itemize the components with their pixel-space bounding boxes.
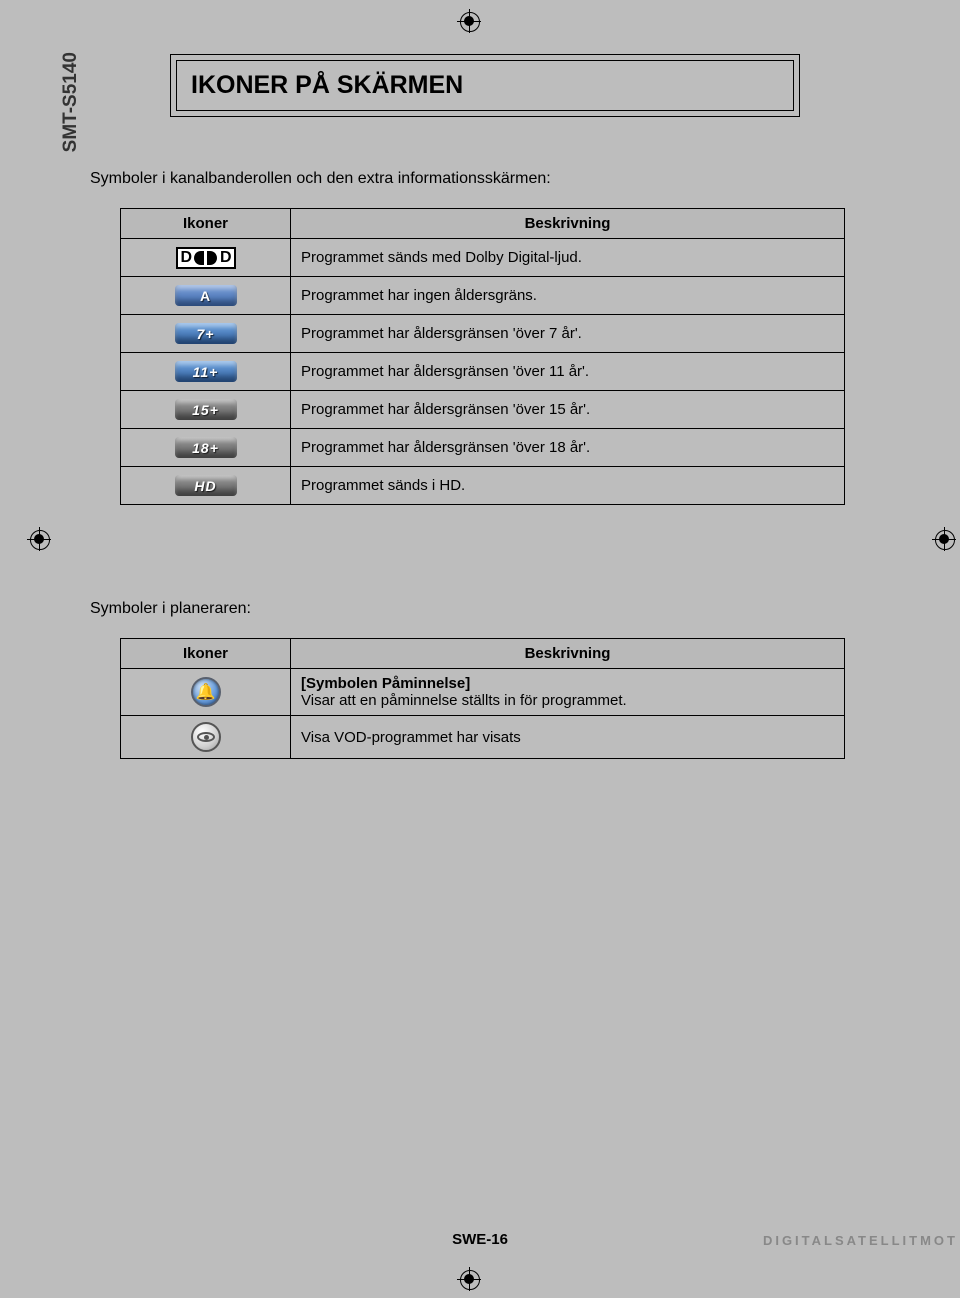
- icon-cell: 11+: [121, 353, 291, 391]
- rating-badge-icon: 18+: [175, 437, 237, 458]
- rating-badge-icon: 7+: [175, 323, 237, 344]
- table-row: 7+ Programmet har åldersgränsen 'över 7 å…: [121, 315, 845, 353]
- intro-text-2: Symboler i planeraren:: [90, 600, 251, 618]
- reminder-icon: 🔔: [191, 677, 221, 707]
- desc-cell: Programmet har ingen åldersgräns.: [291, 277, 845, 315]
- desc-cell: Programmet har åldersgränsen 'över 18 år…: [291, 429, 845, 467]
- desc-cell: [Symbolen Påminnelse]Visar att en påminn…: [291, 669, 845, 716]
- registration-mark-icon: [30, 530, 48, 548]
- registration-mark-icon: [460, 12, 478, 30]
- desc-cell: Programmet sänds med Dolby Digital-ljud.: [291, 239, 845, 277]
- icons-table-1: Ikoner Beskrivning DD Programmet sänds me…: [120, 208, 845, 505]
- table-row: 18+ Programmet har åldersgränsen 'över 18…: [121, 429, 845, 467]
- footer-right-text: DIGITALSATELLITMOT: [763, 1233, 958, 1248]
- table-row: Visa VOD-programmet har visats: [121, 716, 845, 759]
- desc-cell: Visa VOD-programmet har visats: [291, 716, 845, 759]
- model-label: SMT-S5140: [60, 52, 82, 152]
- icon-cell: DD: [121, 239, 291, 277]
- icons-table-2: Ikoner Beskrivning 🔔 [Symbolen Påminnelse…: [120, 638, 845, 759]
- registration-mark-icon: [935, 530, 953, 548]
- col-header-icons: Ikoner: [121, 209, 291, 239]
- title-frame: IKONER PÅ SKÄRMEN: [170, 54, 800, 117]
- vod-icon: [191, 722, 221, 752]
- table-row: 🔔 [Symbolen Påminnelse]Visar att en påmin…: [121, 669, 845, 716]
- rating-badge-icon: A: [175, 285, 237, 306]
- registration-mark-icon: [460, 1270, 478, 1288]
- rating-badge-icon: HD: [175, 475, 237, 496]
- dolby-icon: DD: [176, 247, 236, 269]
- col-header-desc: Beskrivning: [291, 209, 845, 239]
- page-title: IKONER PÅ SKÄRMEN: [176, 60, 794, 111]
- col-header-icons: Ikoner: [121, 639, 291, 669]
- rating-badge-icon: 11+: [175, 361, 237, 382]
- icon-cell: [121, 716, 291, 759]
- icon-cell: 🔔: [121, 669, 291, 716]
- rating-badge-icon: 15+: [175, 399, 237, 420]
- table-row: HD Programmet sänds i HD.: [121, 467, 845, 505]
- table-row: A Programmet har ingen åldersgräns.: [121, 277, 845, 315]
- desc-cell: Programmet har åldersgränsen 'över 7 år'…: [291, 315, 845, 353]
- table-row: 15+ Programmet har åldersgränsen 'över 15…: [121, 391, 845, 429]
- table-row: 11+ Programmet har åldersgränsen 'över 11…: [121, 353, 845, 391]
- desc-cell: Programmet har åldersgränsen 'över 15 år…: [291, 391, 845, 429]
- intro-text-1: Symboler i kanalbanderollen och den extr…: [90, 170, 551, 188]
- icon-cell: 18+: [121, 429, 291, 467]
- icon-cell: 7+: [121, 315, 291, 353]
- table-row: DD Programmet sänds med Dolby Digital-lju…: [121, 239, 845, 277]
- desc-cell: Programmet har åldersgränsen 'över 11 år…: [291, 353, 845, 391]
- icon-cell: A: [121, 277, 291, 315]
- desc-cell: Programmet sänds i HD.: [291, 467, 845, 505]
- col-header-desc: Beskrivning: [291, 639, 845, 669]
- icon-cell: 15+: [121, 391, 291, 429]
- icon-cell: HD: [121, 467, 291, 505]
